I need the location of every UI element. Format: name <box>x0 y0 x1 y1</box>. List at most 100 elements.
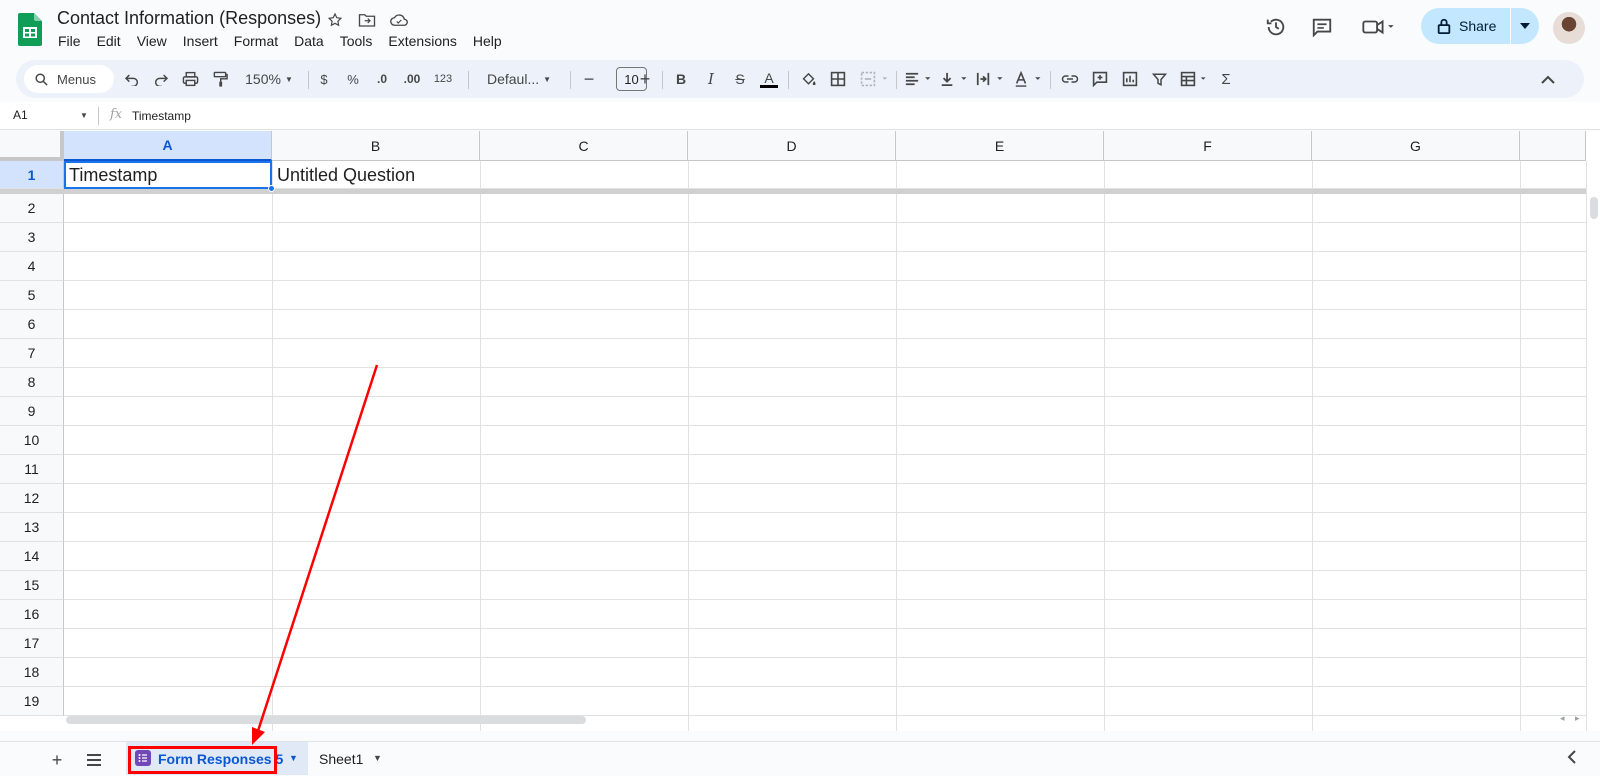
side-panel-toggle-icon[interactable] <box>1567 748 1576 769</box>
horizontal-scroll-thumb[interactable] <box>66 716 586 724</box>
redo-icon[interactable] <box>149 60 173 98</box>
menu-file[interactable]: File <box>50 33 89 49</box>
decrease-decimal-button[interactable]: .0 <box>370 60 394 98</box>
row-header-12[interactable]: 12 <box>0 484 64 513</box>
cloud-status-icon[interactable] <box>389 10 409 30</box>
strikethrough-button[interactable]: S <box>729 60 751 98</box>
row-header-2[interactable]: 2 <box>0 194 64 223</box>
row-header-15[interactable]: 15 <box>0 571 64 600</box>
caret-down-icon[interactable]: ▼ <box>373 753 382 763</box>
paint-format-icon[interactable] <box>208 60 232 98</box>
filter-icon[interactable] <box>1147 60 1171 98</box>
print-icon[interactable] <box>178 60 202 98</box>
column-header-h[interactable] <box>1520 131 1586 161</box>
menu-tools[interactable]: Tools <box>332 33 381 49</box>
row-gridline <box>64 599 1600 600</box>
vertical-scrollbar[interactable] <box>1586 161 1600 731</box>
column-header-e[interactable]: E <box>896 131 1104 161</box>
share-button[interactable]: Share <box>1421 8 1539 44</box>
row-header-17[interactable]: 17 <box>0 629 64 658</box>
insert-chart-icon[interactable] <box>1118 60 1142 98</box>
insert-link-icon[interactable] <box>1058 60 1082 98</box>
decrease-font-size-button[interactable]: − <box>580 60 598 98</box>
row-header-8[interactable]: 8 <box>0 368 64 397</box>
add-sheet-icon[interactable]: + <box>45 748 69 772</box>
row-header-3[interactable]: 3 <box>0 223 64 252</box>
menu-help[interactable]: Help <box>465 33 510 49</box>
menu-extensions[interactable]: Extensions <box>380 33 464 49</box>
row-header-14[interactable]: 14 <box>0 542 64 571</box>
vertical-align-icon[interactable] <box>938 60 972 98</box>
name-box[interactable]: A1 <box>13 108 28 122</box>
row-header-1[interactable]: 1 <box>0 161 64 189</box>
scroll-arrow-icons[interactable]: ◂ ▸ <box>1560 713 1584 724</box>
comments-icon[interactable] <box>1310 15 1334 39</box>
row-header-5[interactable]: 5 <box>0 281 64 310</box>
column-header-g[interactable]: G <box>1312 131 1520 161</box>
increase-decimal-button[interactable]: .00 <box>399 60 425 98</box>
horizontal-align-icon[interactable] <box>902 60 936 98</box>
meet-call-icon[interactable] <box>1358 15 1398 39</box>
bold-button[interactable]: B <box>670 60 692 98</box>
cell-b1[interactable]: Untitled Question <box>277 165 415 186</box>
font-family-select[interactable]: Defaul... ▼ <box>474 60 564 98</box>
title-bar: Contact Information (Responses) File Edi… <box>0 0 1600 56</box>
italic-button[interactable]: I <box>700 60 722 98</box>
sheet-tab-sheet1[interactable]: Sheet1 ▼ <box>308 742 388 775</box>
row-header-16[interactable]: 16 <box>0 600 64 629</box>
version-history-icon[interactable] <box>1264 15 1288 39</box>
formula-input[interactable]: Timestamp <box>132 109 191 123</box>
insert-comment-icon[interactable] <box>1088 60 1112 98</box>
star-icon[interactable] <box>325 10 345 30</box>
sheets-logo-icon[interactable] <box>18 13 42 46</box>
text-color-button[interactable]: A <box>757 60 781 98</box>
row-header-19[interactable]: 19 <box>0 687 64 716</box>
menu-format[interactable]: Format <box>226 33 286 49</box>
frozen-row-divider[interactable] <box>0 189 1586 194</box>
zoom-select[interactable]: 150% ▼ <box>236 60 302 98</box>
menus-search[interactable]: Menus <box>24 65 114 93</box>
number-format-button[interactable]: 123 <box>430 60 456 98</box>
row-header-4[interactable]: 4 <box>0 252 64 281</box>
column-header-f[interactable]: F <box>1104 131 1312 161</box>
spreadsheet-grid[interactable]: A B C D E F G 1 2 3 4 5 6 7 8 9 10 11 12 13 14 15 16 17 1… <box>0 131 1600 731</box>
undo-icon[interactable] <box>120 60 144 98</box>
fill-color-icon[interactable] <box>796 60 820 98</box>
menu-view[interactable]: View <box>129 33 175 49</box>
row-header-18[interactable]: 18 <box>0 658 64 687</box>
move-folder-icon[interactable] <box>357 10 377 30</box>
menu-data[interactable]: Data <box>286 33 332 49</box>
caret-down-icon[interactable]: ▼ <box>289 753 298 763</box>
account-avatar[interactable] <box>1553 12 1585 44</box>
row-header-6[interactable]: 6 <box>0 310 64 339</box>
functions-button[interactable]: Σ <box>1214 60 1238 98</box>
column-header-d[interactable]: D <box>688 131 896 161</box>
menu-insert[interactable]: Insert <box>175 33 226 49</box>
all-sheets-icon[interactable] <box>82 748 106 772</box>
collapse-toolbar-icon[interactable] <box>1536 60 1560 98</box>
row-header-7[interactable]: 7 <box>0 339 64 368</box>
column-header-a[interactable]: A <box>64 131 272 161</box>
caret-down-icon[interactable]: ▼ <box>80 111 88 120</box>
document-title[interactable]: Contact Information (Responses) <box>57 8 321 29</box>
column-header-c[interactable]: C <box>480 131 688 161</box>
menu-edit[interactable]: Edit <box>89 33 129 49</box>
share-main[interactable]: Share <box>1421 8 1509 44</box>
row-header-11[interactable]: 11 <box>0 455 64 484</box>
percent-format-button[interactable]: % <box>343 60 363 98</box>
column-header-b[interactable]: B <box>272 131 480 161</box>
row-header-13[interactable]: 13 <box>0 513 64 542</box>
row-header-9[interactable]: 9 <box>0 397 64 426</box>
table-views-icon[interactable] <box>1176 60 1216 98</box>
toolbar-divider <box>788 71 789 89</box>
borders-icon[interactable] <box>826 60 850 98</box>
fill-handle[interactable] <box>268 185 275 192</box>
share-dropdown-button[interactable] <box>1511 8 1539 44</box>
merge-cells-icon[interactable] <box>856 60 896 98</box>
text-wrapping-icon[interactable] <box>974 60 1008 98</box>
vertical-scroll-thumb[interactable] <box>1590 197 1598 219</box>
increase-font-size-button[interactable]: + <box>636 60 654 98</box>
text-rotation-icon[interactable] <box>1012 60 1046 98</box>
row-header-10[interactable]: 10 <box>0 426 64 455</box>
currency-format-button[interactable]: $ <box>314 60 334 98</box>
